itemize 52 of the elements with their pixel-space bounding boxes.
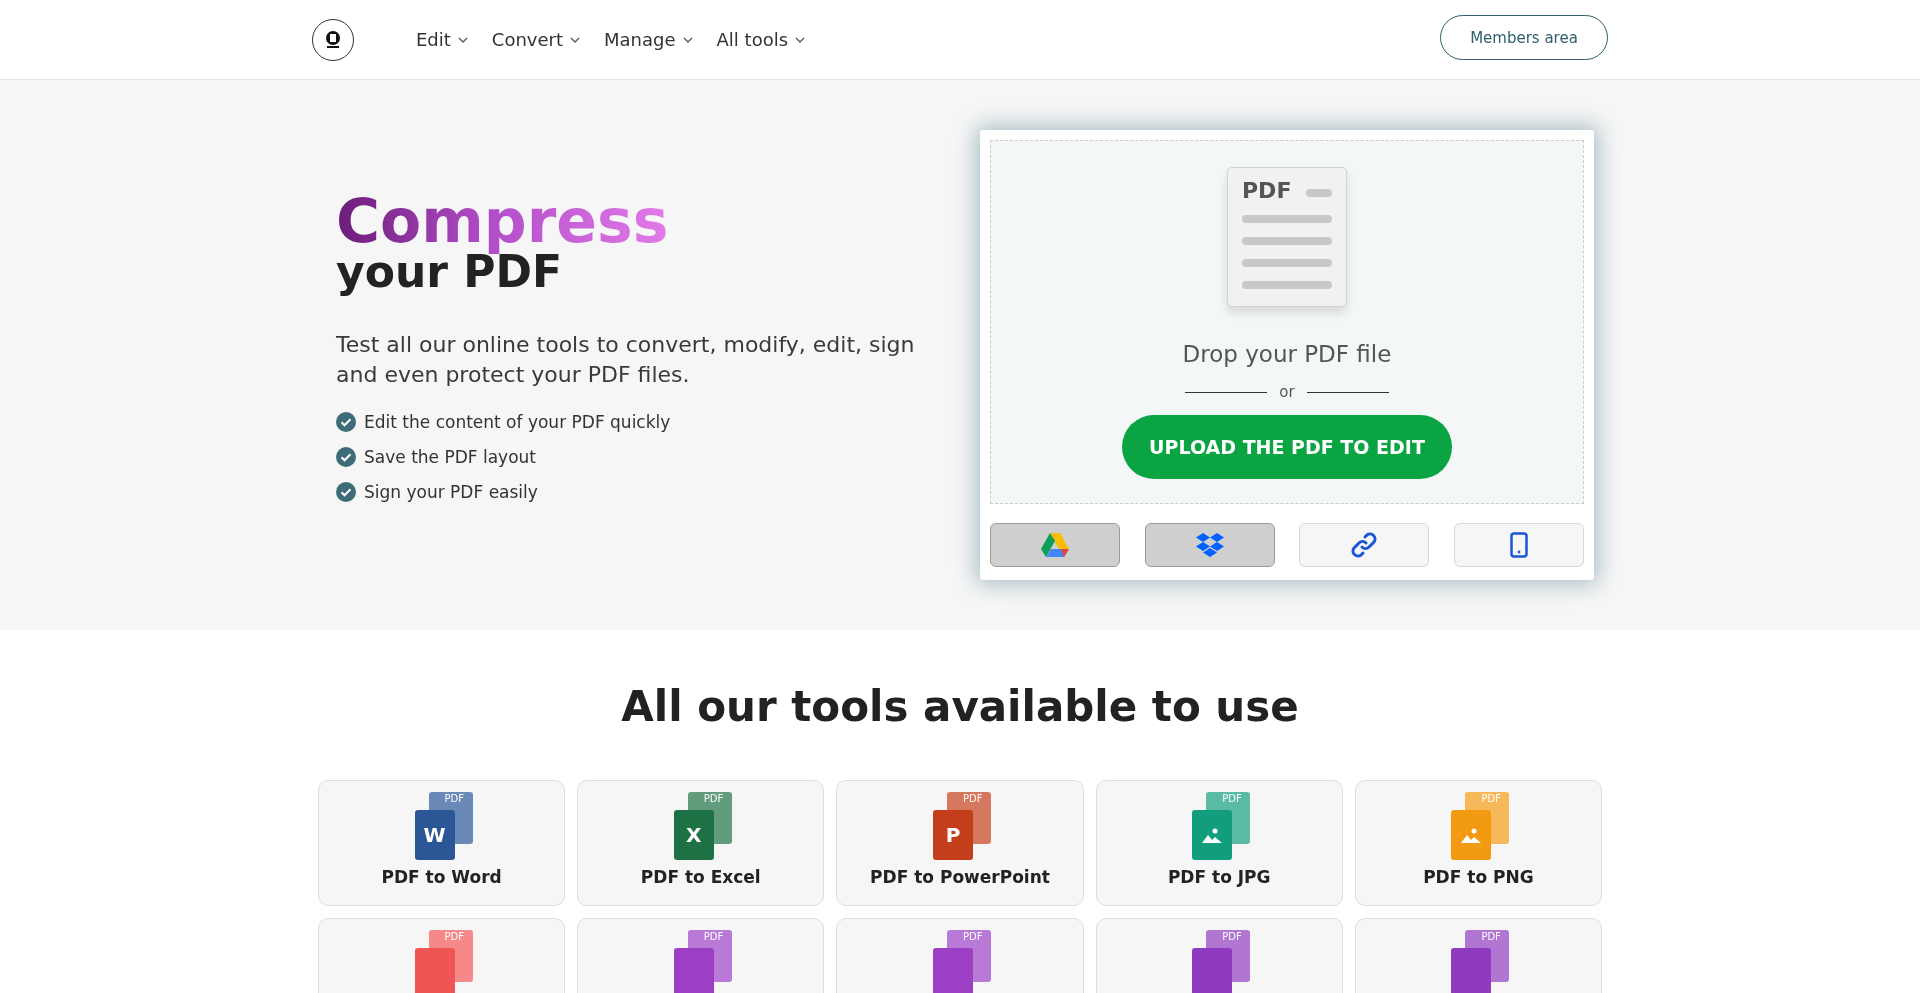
tool-title: PDF to PowerPoint — [870, 867, 1050, 887]
tool-card[interactable]: PDF PDF to JPG — [1095, 780, 1343, 906]
file-type-label: PDF — [703, 931, 724, 943]
file-type-label: PDF — [1481, 793, 1501, 805]
tool-title: PDF to Word — [381, 867, 502, 887]
upload-source-button[interactable] — [1144, 523, 1275, 567]
file-letter: X — [686, 823, 702, 847]
document-label: PDF — [1242, 178, 1292, 203]
nav-menu-item[interactable]: Edit — [416, 29, 468, 50]
file-type-label: PDF — [444, 931, 465, 943]
file-type-label: PDF — [963, 793, 983, 805]
chevron-down-icon — [682, 36, 693, 43]
tool-card[interactable]: PDF PDF to PNG — [1354, 780, 1602, 906]
chevron-down-icon — [795, 36, 806, 43]
file-type-label: PDF — [1222, 931, 1242, 943]
file-letter: W — [423, 823, 446, 847]
tool-card[interactable]: PDF P PDF to PowerPoint — [836, 780, 1084, 906]
file-type-label: PDF — [963, 931, 983, 943]
hero-description: Test all our online tools to convert, modify, edit, sign and even protect your PDF files. — [336, 331, 916, 389]
file-type-label: PDF — [1481, 931, 1501, 943]
feature-text: Sign your PDF easily — [364, 481, 538, 502]
tablet-icon — [1509, 532, 1528, 558]
tool-title: PDF to PNG — [1423, 867, 1534, 887]
nav-menu-item[interactable]: Convert — [491, 29, 581, 50]
members-area-button[interactable]: Members area — [1440, 15, 1608, 60]
short-line — [1306, 189, 1332, 197]
image-icon — [1201, 826, 1224, 844]
triangle-icon — [1040, 532, 1070, 558]
drop-instruction: Drop your PDF file — [1182, 341, 1392, 367]
feature-text: Save the PDF layout — [364, 446, 536, 467]
tool-card[interactable]: PDF W PDF to Word — [318, 780, 566, 906]
link-icon — [1350, 531, 1379, 559]
tool-title: PDF to Excel — [640, 867, 761, 887]
file-type-label: PDF — [444, 793, 465, 805]
chevron-down-icon — [457, 36, 468, 43]
drop-zone[interactable]: PDF Drop your PDF file or UPLOAD THE PDF TO EDIT — [990, 140, 1584, 504]
file-type-label: PDF — [703, 793, 724, 805]
feature-text: Edit the content of your PDF quickly — [364, 411, 671, 432]
section-heading: All our tools available to use — [620, 682, 1300, 732]
check-circle-icon — [336, 411, 356, 432]
tool-title: PDF to JPG — [1167, 867, 1271, 887]
check-circle-icon — [336, 446, 356, 467]
open-box-icon — [1195, 532, 1224, 558]
chevron-down-icon — [570, 36, 581, 43]
nav-menu-item[interactable]: All tools — [716, 29, 806, 50]
file-type-label: PDF — [1222, 793, 1242, 805]
nav-menu-item[interactable]: Manage — [604, 29, 693, 50]
check-circle-icon — [336, 481, 356, 502]
file-letter: P — [945, 823, 961, 847]
image-icon — [1460, 826, 1483, 844]
separator-label: or — [1279, 383, 1295, 401]
tool-card[interactable]: PDF X PDF to Excel — [577, 780, 825, 906]
